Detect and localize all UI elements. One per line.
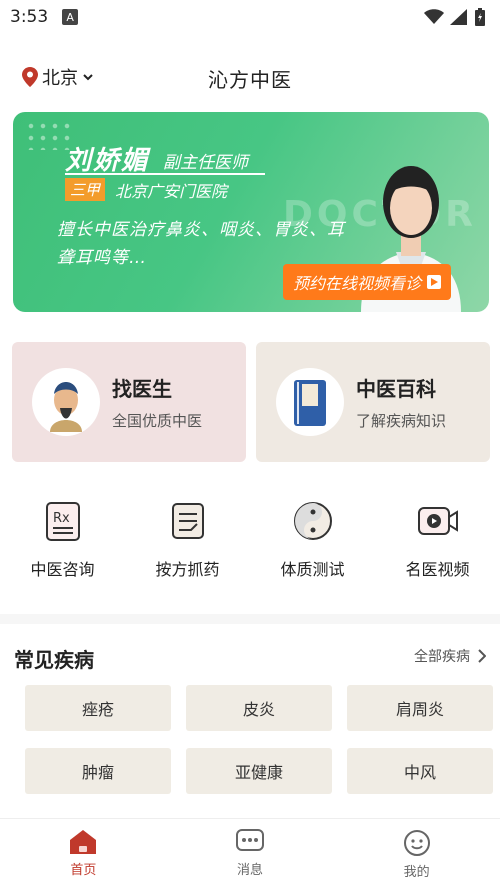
find-doctor-title: 找医生 [112, 377, 172, 401]
doctor-rank: 副主任医师 [163, 153, 248, 173]
service-label: 按方抓药 [155, 560, 220, 579]
all-diseases-label: 全部疾病 [414, 649, 470, 665]
app-header: 北京 沁方中医 [0, 34, 500, 116]
status-time: 3:53 [10, 7, 49, 27]
sage-avatar-icon [32, 368, 100, 436]
yin-yang-icon [293, 502, 332, 540]
tab-label: 消息 [237, 863, 264, 878]
tab-home[interactable]: 首页 [0, 819, 167, 888]
service-fill-prescription[interactable]: 按方抓药 [125, 500, 250, 580]
chevron-down-icon [83, 74, 93, 81]
encyclopedia-title: 中医百科 [356, 377, 436, 401]
hospital-grade-badge: 三甲 [65, 178, 106, 201]
disease-chip[interactable]: 中风 [347, 748, 493, 794]
battery-icon [475, 8, 485, 26]
signal-icon [450, 9, 467, 25]
tcm-encyclopedia-card[interactable]: 中医百科 了解疾病知识 [256, 342, 490, 462]
video-camera-icon [417, 507, 458, 535]
service-label: 体质测试 [280, 560, 345, 579]
book-video-consult-button[interactable]: 预约在线视频看诊 [283, 264, 452, 300]
tab-label: 我的 [403, 865, 430, 880]
home-icon [70, 830, 97, 854]
section-separator [0, 614, 500, 624]
tab-messages[interactable]: 消息 [167, 819, 334, 888]
wifi-icon [424, 9, 444, 24]
cta-label: 预约在线视频看诊 [293, 274, 422, 293]
tab-label: 首页 [70, 863, 97, 878]
city-label: 北京 [42, 68, 78, 89]
profile-icon [403, 830, 430, 856]
disease-chip[interactable]: 肿瘤 [25, 748, 171, 794]
service-constitution-test[interactable]: 体质测试 [250, 500, 375, 580]
prescription-note-icon [171, 503, 204, 539]
all-diseases-link[interactable]: 全部疾病 [414, 646, 486, 666]
message-icon [236, 829, 264, 851]
disease-chip[interactable]: 痤疮 [25, 685, 171, 731]
banner-divider [65, 173, 265, 175]
find-doctor-card[interactable]: 找医生 全国优质中医 [12, 342, 246, 462]
status-bar: 3:53 A [0, 0, 500, 34]
encyclopedia-subtitle: 了解疾病知识 [356, 412, 447, 430]
disease-chip[interactable]: 亚健康 [186, 748, 332, 794]
rx-prescription-icon: Rx [45, 502, 80, 541]
service-label: 名医视频 [405, 560, 470, 579]
book-icon [276, 368, 344, 436]
promo-banner[interactable]: DOCTOR 刘娇媚 副主任医师 三甲 北京广安门医院 擅长中医治疗鼻炎、咽炎、… [13, 112, 489, 312]
city-selector[interactable]: 北京 [22, 64, 94, 90]
common-diseases-title: 常见疾病 [14, 648, 94, 672]
bottom-tab-bar: 首页 消息 我的 [0, 818, 500, 888]
hospital-name: 北京广安门医院 [115, 182, 228, 201]
service-doctor-videos[interactable]: 名医视频 [375, 500, 500, 580]
doctor-name: 刘娇媚 [65, 146, 150, 176]
chevron-right-icon [478, 649, 486, 663]
service-label: 中医咨询 [30, 560, 95, 579]
disease-chip[interactable]: 皮炎 [186, 685, 332, 731]
location-pin-icon [22, 67, 38, 87]
disease-chip[interactable]: 肩周炎 [347, 685, 493, 731]
tab-profile[interactable]: 我的 [333, 819, 500, 888]
service-tcm-consult[interactable]: Rx 中医咨询 [0, 500, 125, 580]
play-arrow-icon [427, 275, 442, 289]
find-doctor-subtitle: 全国优质中医 [112, 412, 203, 430]
service-grid: Rx 中医咨询 按方抓药 体质测试 名医视频 [0, 500, 500, 580]
svg-text:Rx: Rx [53, 511, 70, 526]
notification-icon: A [62, 9, 79, 25]
